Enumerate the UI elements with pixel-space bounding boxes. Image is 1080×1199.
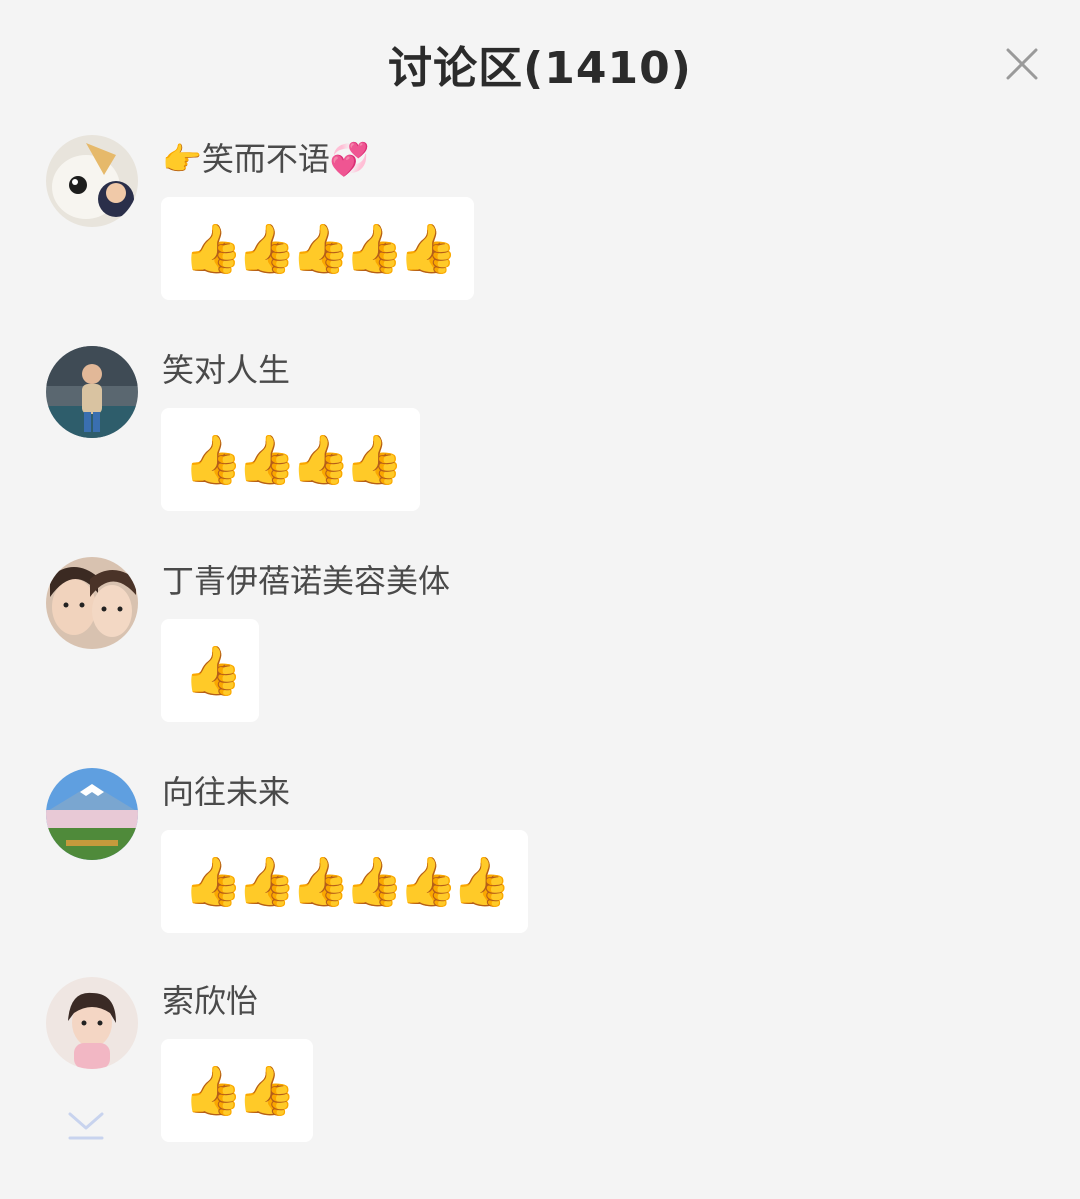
page-title: 讨论区(1410)	[388, 43, 692, 94]
girl-photo-avatar[interactable]	[46, 977, 138, 1069]
username: 丁青伊蓓诺美容美体	[162, 562, 451, 600]
landscape-mountain-avatar[interactable]	[46, 768, 138, 860]
two-faces-photo-avatar[interactable]	[46, 557, 138, 649]
cartoon-character-avatar[interactable]	[46, 135, 138, 227]
username: 笑对人生	[162, 351, 291, 389]
username: 向往未来	[162, 773, 291, 811]
username: 👉笑而不语💞	[162, 140, 370, 178]
comment-content[interactable]: 👍👍	[161, 1039, 313, 1142]
person-photo-avatar[interactable]	[46, 346, 138, 438]
header: 讨论区(1410)	[0, 0, 1080, 128]
scroll-to-bottom-icon[interactable]	[66, 1108, 106, 1144]
comment-content[interactable]: 👍	[161, 619, 259, 722]
comment-content[interactable]: 👍👍👍👍👍	[161, 197, 474, 300]
close-icon[interactable]	[998, 40, 1046, 88]
comment-content[interactable]: 👍👍👍👍👍👍	[161, 830, 528, 933]
comment-content[interactable]: 👍👍👍👍	[161, 408, 421, 511]
username: 索欣怡	[162, 982, 259, 1020]
